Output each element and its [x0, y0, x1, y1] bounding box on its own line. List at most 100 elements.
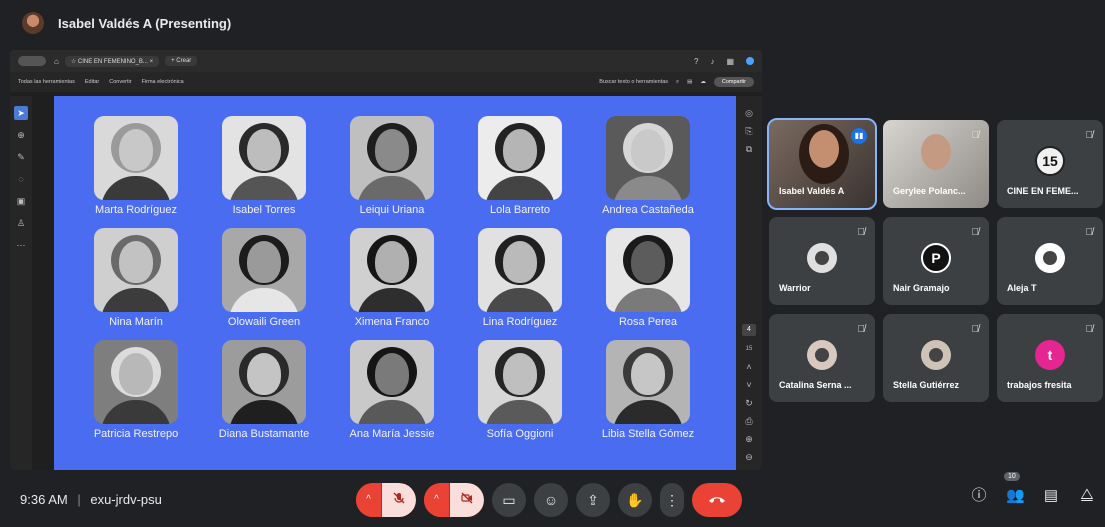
mic-options-chevron-icon[interactable]: ^ — [356, 483, 382, 517]
cloud-icon[interactable]: ☁ — [700, 79, 706, 85]
person-name: Nina Marín — [109, 316, 163, 328]
slide: Marta Rodríguez Isabel Torres Leiqui Urian… — [54, 96, 736, 470]
people-icon[interactable]: 10 👥 — [1004, 471, 1025, 504]
page-number[interactable]: 4 — [742, 324, 756, 336]
pen-tool-icon[interactable]: ✎ — [14, 150, 28, 164]
bookmark-icon[interactable]: ⎘ — [745, 122, 752, 140]
activities-icon[interactable]: ⧋ — [1078, 486, 1096, 503]
present-icon[interactable]: ⇪ — [576, 483, 610, 517]
menu-all-tools[interactable]: Todas las herramientas — [18, 79, 75, 85]
photo-body — [613, 176, 683, 200]
stamp-tool-icon[interactable]: ♙ — [14, 216, 28, 230]
zoom-tool-icon[interactable]: ⊕ — [14, 128, 28, 142]
people-grid: Marta Rodríguez Isabel Torres Leiqui Urian… — [72, 116, 722, 440]
photo-body — [357, 400, 427, 424]
mic-off-icon: 🎙̸ — [1085, 130, 1094, 141]
end-call-icon[interactable] — [692, 483, 742, 517]
photo-body — [101, 400, 171, 424]
person-photo — [606, 116, 690, 200]
chevron-up-icon[interactable]: ˄ — [746, 358, 751, 376]
person-name: Rosa Perea — [618, 316, 678, 328]
captions-icon[interactable]: ▭ — [492, 483, 526, 517]
photo-face — [631, 241, 665, 284]
photo-face — [247, 129, 281, 172]
search-tools[interactable]: Buscar texto o herramientas — [599, 79, 668, 85]
meeting-code[interactable]: exu-jrdv-psu — [90, 492, 162, 507]
browser-tab[interactable]: ☆ CINE EN FEMENINO_B... × — [64, 55, 160, 67]
person-silhouette-icon — [1043, 251, 1057, 265]
raise-hand-icon[interactable]: ✋ — [618, 483, 652, 517]
more-tools-icon[interactable]: ⋯ — [14, 238, 28, 252]
help-icon[interactable]: ? — [694, 57, 698, 66]
participant-tile[interactable]: ▮▮ Isabel Valdés A — [767, 118, 877, 210]
person-name: Ana María Jessie — [349, 428, 435, 440]
copy-icon[interactable]: ⧉ — [746, 140, 752, 158]
mic-off-icon[interactable] — [382, 483, 416, 517]
slide-person: Libia Stella Gómez — [584, 340, 712, 440]
speaking-indicator-icon: ▮▮ — [851, 128, 867, 144]
refresh-icon[interactable]: ↻ — [745, 394, 753, 412]
participant-grid: ▮▮ Isabel Valdés A 🎙̸ Gerylee Polanc... 15 🎙̸… — [767, 118, 1103, 402]
participant-name: Aleja T — [1007, 283, 1037, 293]
participant-tile[interactable]: 🎙̸ Warrior — [769, 217, 875, 305]
camera-off-icon[interactable] — [450, 483, 484, 517]
participant-tile[interactable]: 🎙̸ Aleja T — [997, 217, 1103, 305]
profile-icon[interactable] — [746, 57, 754, 65]
text-tool-icon[interactable]: ▣ — [14, 194, 28, 208]
participant-tile[interactable]: t 🎙̸ trabajos fresita — [997, 314, 1103, 402]
share-button[interactable]: Compartir — [713, 77, 754, 87]
person-photo — [606, 228, 690, 312]
save-icon[interactable]: ⎙ — [745, 412, 752, 430]
participant-name: Warrior — [779, 283, 811, 293]
mic-off-icon: 🎙̸ — [857, 324, 866, 335]
pdf-toolbar: Todas las herramientas Editar Convertir … — [10, 72, 762, 92]
menu-convert[interactable]: Convertir — [109, 79, 131, 85]
new-tab-button[interactable]: + Crear — [165, 56, 198, 66]
person-photo — [222, 340, 306, 424]
select-tool-icon[interactable]: ➤ — [14, 106, 28, 120]
photo-face — [375, 129, 409, 172]
person-name: Ximena Franco — [354, 316, 430, 328]
emoji-icon[interactable]: ☺ — [534, 483, 568, 517]
participant-tile[interactable]: 🎙̸ Stella Gutiérrez — [883, 314, 989, 402]
person-silhouette-icon — [815, 251, 829, 265]
camera-control: ^ — [424, 483, 484, 517]
chevron-down-icon[interactable]: ˅ — [746, 376, 751, 394]
mic-off-icon: 🎙̸ — [971, 130, 980, 141]
participant-tile[interactable]: P 🎙̸ Nair Gramajo — [883, 217, 989, 305]
camera-options-chevron-icon[interactable]: ^ — [424, 483, 450, 517]
info-icon[interactable]: ⓘ — [970, 484, 988, 505]
person-photo — [222, 228, 306, 312]
lasso-tool-icon[interactable]: ◌ — [14, 172, 28, 186]
bell-icon[interactable]: ♪ — [710, 57, 714, 66]
mic-off-icon: 🎙̸ — [971, 227, 980, 238]
apps-icon[interactable]: ▦ — [726, 57, 734, 66]
participant-avatar — [1035, 243, 1065, 273]
presenter-bar: Isabel Valdés A (Presenting) — [0, 0, 1105, 46]
more-options-icon[interactable]: ⋮ — [660, 483, 684, 517]
meeting-time: 9:36 AM — [20, 492, 68, 507]
slide-person: Diana Bustamante — [200, 340, 328, 440]
chat-icon[interactable]: ▤ — [1042, 486, 1060, 504]
person-silhouette-icon — [815, 348, 829, 362]
participant-tile[interactable]: 🎙̸ Gerylee Polanc... — [883, 120, 989, 208]
person-name: Libia Stella Gómez — [601, 428, 695, 440]
zoom-in-icon[interactable]: ⊕ — [745, 430, 753, 448]
photo-face — [375, 353, 409, 396]
print-icon[interactable]: ▤ — [687, 79, 692, 85]
participant-tile[interactable]: 🎙̸ Catalina Serna ... — [769, 314, 875, 402]
zoom-out-icon[interactable]: ⊖ — [745, 448, 753, 466]
menu-sign[interactable]: Firma electrónica — [142, 79, 184, 85]
participant-name: trabajos fresita — [1007, 380, 1072, 390]
tab-close-icon[interactable]: × — [150, 59, 154, 65]
right-toolbar: ◎ ⎘ ⧉ 4 15 ˄ ˅ ↻ ⎙ ⊕ ⊖ — [736, 96, 762, 470]
participant-tile[interactable]: 15 🎙̸ CINE EN FEME... — [997, 120, 1103, 208]
search-icon[interactable]: ⌕ — [676, 79, 679, 86]
photo-body — [485, 176, 555, 200]
presenter-title: Isabel Valdés A (Presenting) — [58, 15, 232, 31]
photo-body — [357, 288, 427, 312]
comment-icon[interactable]: ◎ — [745, 104, 753, 122]
slide-person: Ana María Jessie — [328, 340, 456, 440]
home-icon[interactable]: ⌂ — [54, 57, 59, 66]
menu-edit[interactable]: Editar — [85, 79, 99, 85]
